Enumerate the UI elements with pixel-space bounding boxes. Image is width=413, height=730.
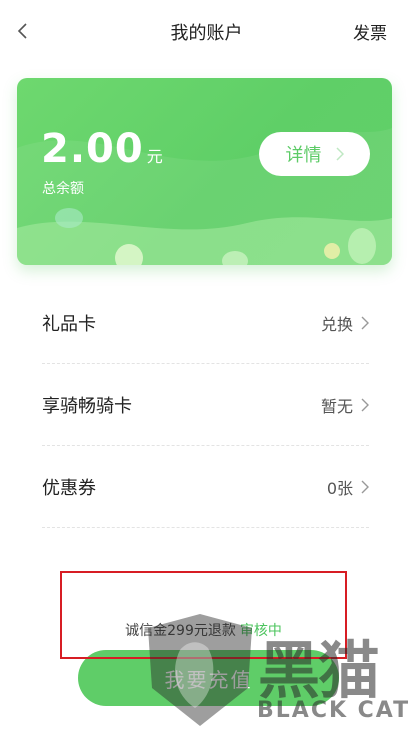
balance-unit: 元 bbox=[146, 147, 163, 166]
detail-label: 详情 bbox=[285, 145, 322, 166]
detail-button[interactable]: 详情 bbox=[259, 132, 370, 176]
watermark-en-text: BLACK CAT bbox=[257, 698, 411, 723]
row-value: 0张 bbox=[326, 479, 353, 498]
row-label: 礼品卡 bbox=[42, 314, 96, 335]
row-label: 享骑畅骑卡 bbox=[42, 396, 132, 417]
row-right: 暂无 bbox=[321, 393, 369, 417]
ride-card-row[interactable]: 享骑畅骑卡 暂无 bbox=[42, 364, 369, 446]
chevron-right-icon bbox=[361, 316, 369, 330]
chevron-right-icon bbox=[361, 480, 369, 494]
gift-card-row[interactable]: 礼品卡 兑换 bbox=[42, 282, 369, 364]
account-list: 礼品卡 兑换 享骑畅骑卡 暂无 优惠券 0张 bbox=[42, 282, 369, 528]
balance-amount: 2.00 bbox=[41, 126, 144, 172]
balance-label: 总余额 bbox=[42, 181, 84, 197]
row-right: 0张 bbox=[327, 475, 369, 499]
nav-bar: 我的账户 发票 bbox=[0, 12, 413, 52]
chevron-right-icon bbox=[361, 398, 369, 412]
chevron-right-icon bbox=[335, 147, 344, 161]
watermark: 黑猫 BLACK CAT bbox=[140, 610, 413, 730]
balance-amount-row: 2.00 元 bbox=[41, 126, 163, 172]
status-bar bbox=[0, 0, 413, 8]
page-title: 我的账户 bbox=[170, 23, 243, 44]
row-right: 兑换 bbox=[321, 311, 369, 335]
watermark-cn-text: 黑猫 bbox=[258, 634, 380, 707]
invoice-button[interactable]: 发票 bbox=[353, 19, 387, 44]
row-value: 暂无 bbox=[320, 397, 353, 416]
row-value: 兑换 bbox=[320, 315, 353, 334]
cat-head-icon bbox=[148, 614, 252, 726]
row-label: 优惠券 bbox=[42, 478, 96, 499]
balance-card: 2.00 元 总余额 详情 bbox=[17, 78, 392, 265]
coupon-row[interactable]: 优惠券 0张 bbox=[42, 446, 369, 528]
